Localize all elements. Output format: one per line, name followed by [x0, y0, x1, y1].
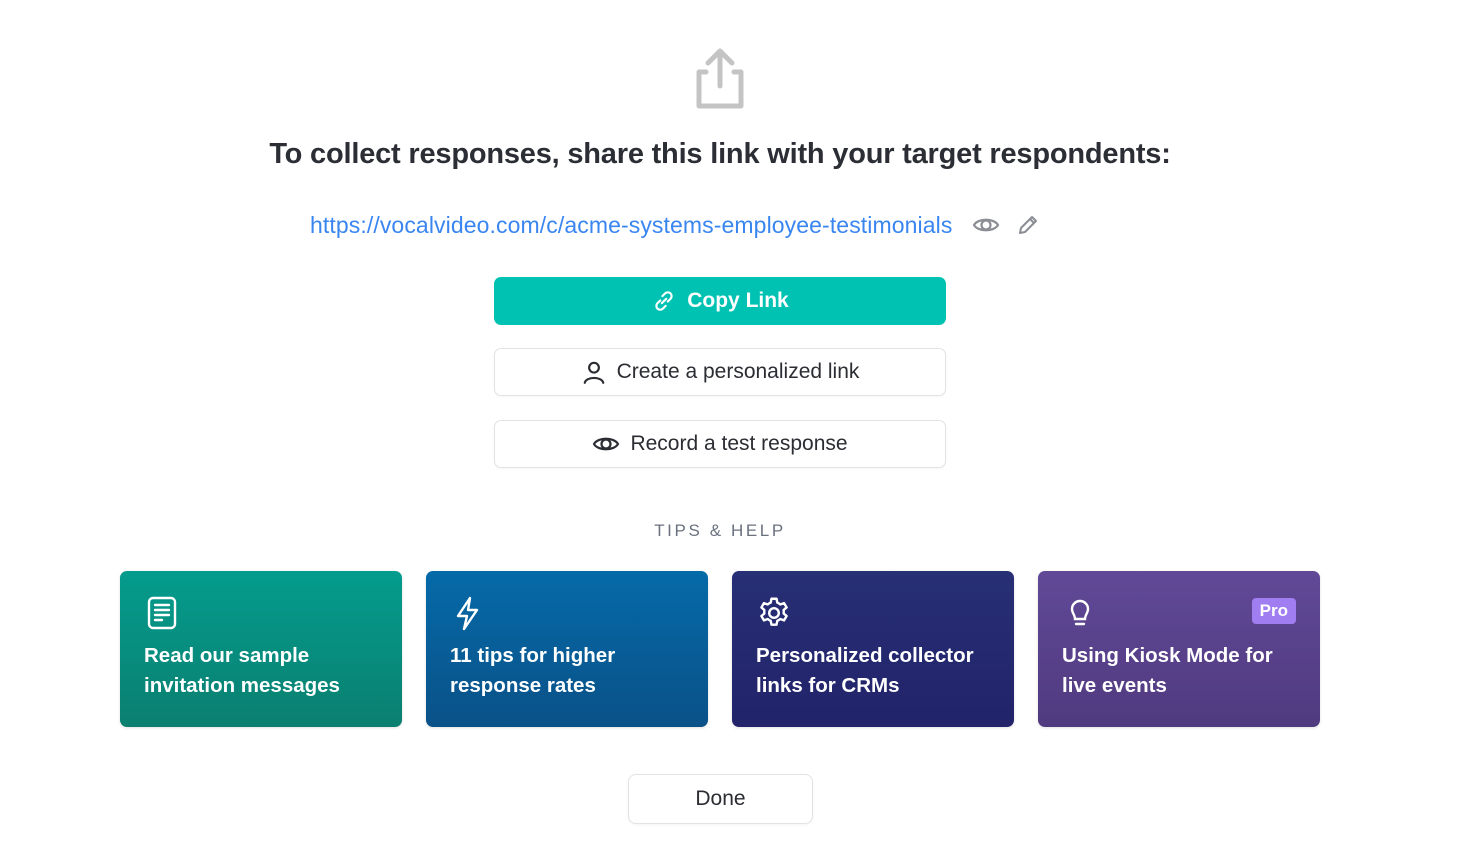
lightning-icon — [450, 595, 486, 631]
document-icon — [144, 595, 180, 631]
done-button[interactable]: Done — [628, 774, 813, 824]
tip-card-crm-links[interactable]: Personalized collector links for CRMs — [732, 571, 1014, 727]
pencil-icon[interactable] — [1014, 211, 1042, 239]
copy-link-button[interactable]: Copy Link — [494, 277, 946, 325]
gear-icon — [756, 595, 792, 631]
tip-card-sample-invitations[interactable]: Read our sample invitation messages — [120, 571, 402, 727]
create-personalized-link-button[interactable]: Create a personalized link — [494, 348, 946, 396]
tip-card-title: 11 tips for higher response rates — [450, 644, 616, 697]
lightbulb-icon — [1062, 595, 1098, 631]
tip-card-title: Using Kiosk Mode for live events — [1062, 644, 1273, 697]
personalized-link-label: Create a personalized link — [616, 360, 860, 383]
tip-card-title: Read our sample invitation messages — [144, 644, 340, 697]
tip-card-kiosk-mode[interactable]: Pro Using Kiosk Mode for live events — [1038, 571, 1320, 727]
share-upload-icon — [692, 46, 748, 112]
page-title: To collect responses, share this link wi… — [269, 138, 1171, 170]
share-link-row: https://vocalvideo.com/c/acme-systems-em… — [310, 208, 1042, 242]
record-test-response-button[interactable]: Record a test response — [494, 420, 946, 468]
copy-link-label: Copy Link — [687, 289, 789, 312]
share-link-url[interactable]: https://vocalvideo.com/c/acme-systems-em… — [310, 212, 952, 239]
user-icon — [581, 359, 607, 385]
pro-badge: Pro — [1251, 598, 1296, 624]
test-response-label: Record a test response — [630, 432, 848, 455]
eye-icon[interactable] — [972, 211, 1000, 239]
eye-icon — [592, 433, 620, 455]
tip-card-response-rates[interactable]: 11 tips for higher response rates — [426, 571, 708, 727]
link-icon — [651, 288, 677, 314]
tips-heading: TIPS & HELP — [654, 521, 786, 540]
tip-card-title: Personalized collector links for CRMs — [756, 644, 974, 697]
